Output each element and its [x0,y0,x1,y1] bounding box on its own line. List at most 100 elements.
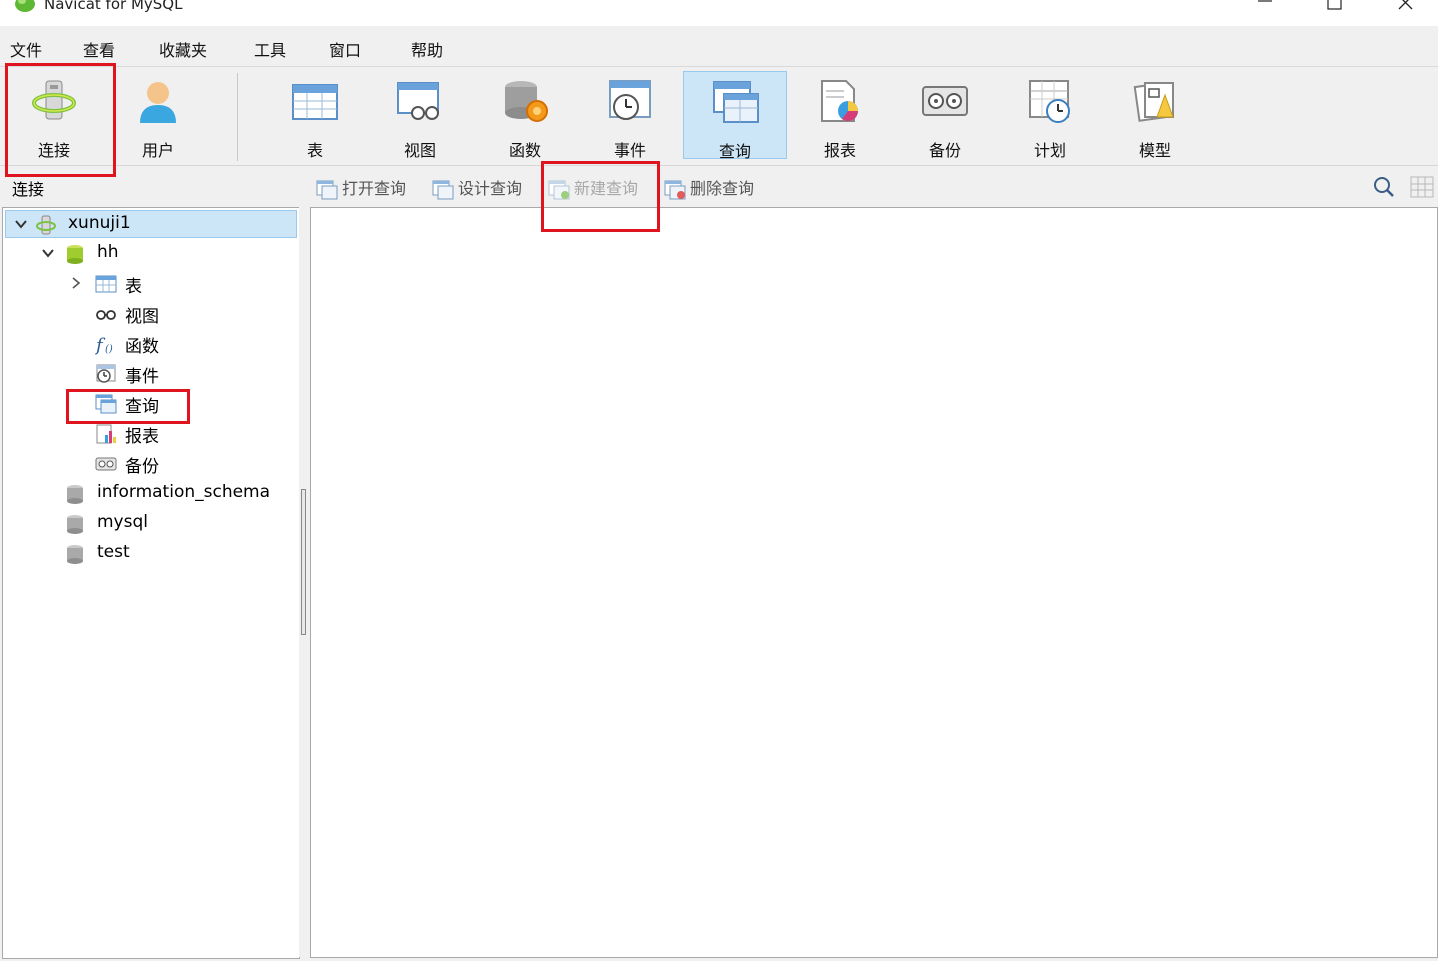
close-button[interactable] [1382,0,1428,22]
toolbar-schedule-button[interactable]: 计划 [998,71,1102,160]
toolbar-separator [237,73,238,161]
database-icon [67,485,83,504]
table-icon [292,84,338,120]
tree-connection-label: xunuji1 [68,213,131,233]
tree-item-reports[interactable]: 报表 [5,420,297,448]
connection-icon [32,80,76,120]
maximize-button[interactable] [1312,0,1358,22]
close-icon [1398,0,1413,10]
toolbar-report-button[interactable]: 报表 [788,71,892,160]
query-icon [95,394,117,414]
connection-tree: xunuji1 hh 表 视图 f () 函数 事件 查询 报表 备份 info… [2,207,300,959]
chevron-right-icon[interactable] [69,276,83,290]
tree-item-tables[interactable]: 表 [5,270,297,298]
glasses-icon [96,310,116,320]
open-query-icon [316,180,338,199]
toolbar-query-button[interactable]: 查询 [683,71,787,161]
toolbar-view-label: 视图 [403,141,436,160]
delete-query-label: 删除查询 [690,179,755,198]
new-query-button[interactable]: 新建查询 [548,175,639,199]
tree-item-queries-label: 查询 [125,397,159,417]
tree-item-views[interactable]: 视图 [5,300,297,328]
function-icon [505,81,548,122]
tree-database-node[interactable]: hh [5,240,297,268]
view-icon [397,82,439,120]
navicat-logo-icon [15,0,35,12]
tree-item-reports-label: 报表 [125,427,159,447]
menu-help[interactable]: 帮助 [411,37,443,61]
tree-item-backups[interactable]: 备份 [5,450,297,478]
splitter-grip[interactable] [301,489,306,635]
search-icon[interactable] [1372,175,1396,199]
backup-icon [922,86,968,116]
schedule-icon [1029,80,1070,123]
model-icon [1133,82,1174,122]
report-icon [821,80,858,122]
tree-item-events-label: 事件 [125,367,159,387]
design-query-button[interactable]: 设计查询 [432,175,523,199]
tree-database-label: hh [97,242,119,262]
panel-splitter[interactable] [299,207,309,957]
minimize-button[interactable] [1242,0,1288,22]
new-query-label: 新建查询 [574,179,639,198]
toolbar-event-label: 事件 [613,141,646,160]
database-icon [67,545,83,564]
toolbar-backup-button[interactable]: 备份 [893,71,997,160]
tree-item-backups-label: 备份 [125,457,159,477]
tree-database-test[interactable]: test [5,540,297,568]
menu-bar: 文件 查看 收藏夹 工具 窗口 帮助 [0,28,1438,67]
menu-tools[interactable]: 工具 [254,37,286,61]
toolbar-model-label: 模型 [1138,141,1171,160]
tree-item-events[interactable]: 事件 [5,360,297,388]
database-icon [67,245,83,264]
toolbar-table-button[interactable]: 表 [263,71,367,160]
connect-label: 连接 [37,141,70,160]
toolbar-view-button[interactable]: 视图 [368,71,472,160]
tree-database-label: mysql [97,512,148,532]
user-button[interactable]: 用户 [106,71,210,160]
menu-window[interactable]: 窗口 [329,37,361,61]
report-icon [96,424,116,444]
tree-database-information-schema[interactable]: information_schema [5,480,297,508]
chevron-down-icon[interactable] [41,246,55,260]
menu-favorites[interactable]: 收藏夹 [159,37,207,61]
user-label: 用户 [141,141,174,160]
connection-panel-header: 连接 [0,166,300,206]
grid-view-icon[interactable] [1410,175,1436,199]
svg-text:(): () [105,344,113,355]
table-icon [95,275,117,293]
open-query-button[interactable]: 打开查询 [316,175,406,199]
database-icon [67,515,83,534]
connection-icon [36,215,56,235]
delete-query-icon [664,180,686,199]
title-bar: Navicat for MySQL [0,0,1438,26]
backup-icon [95,457,117,471]
tree-item-views-label: 视图 [125,307,159,327]
menu-view[interactable]: 查看 [83,37,115,61]
event-icon [96,364,116,383]
design-query-icon [432,180,454,199]
query-icon [713,81,759,123]
chevron-down-icon[interactable] [14,217,28,231]
user-icon [140,82,176,123]
maximize-icon [1327,0,1342,10]
toolbar-model-button[interactable]: 模型 [1103,71,1207,160]
tree-database-mysql[interactable]: mysql [5,510,297,538]
connect-button[interactable]: 连接 [2,71,106,160]
delete-query-button[interactable]: 删除查询 [664,175,755,199]
object-list-area[interactable] [310,207,1438,958]
design-query-label: 设计查询 [458,179,523,198]
toolbar-function-button[interactable]: 函数 [473,71,577,160]
event-icon [609,80,651,120]
toolbar-event-button[interactable]: 事件 [578,71,682,160]
tree-item-queries[interactable]: 查询 [5,390,297,418]
minimize-icon [1258,0,1272,2]
menu-file[interactable]: 文件 [10,37,42,61]
tree-connection-node[interactable]: xunuji1 [5,210,297,238]
connection-panel-title: 连接 [12,180,45,199]
new-query-icon [548,180,570,199]
toolbar-query-label: 查询 [718,142,751,161]
tree-item-functions-label: 函数 [125,337,159,357]
toolbar-schedule-label: 计划 [1033,141,1066,160]
tree-item-functions[interactable]: f () 函数 [5,330,297,358]
